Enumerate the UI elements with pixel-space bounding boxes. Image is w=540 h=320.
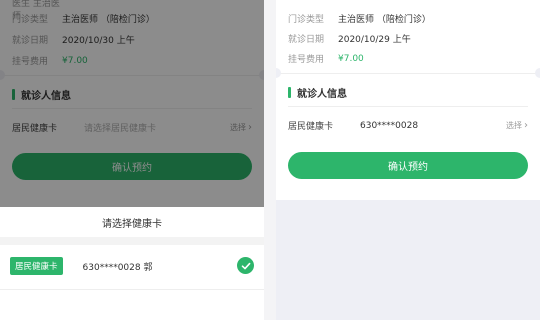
health-card-sheet: 请选择健康卡 居民健康卡 630****0028 郭 — [0, 207, 264, 320]
check-icon — [237, 257, 254, 274]
modal-overlay[interactable] — [0, 0, 264, 207]
sheet-separator — [0, 237, 264, 245]
clinic-type-key: 门诊类型 — [288, 15, 325, 25]
visit-date-value: 2020/10/29 上午 — [338, 35, 411, 45]
ticket-notch-right — [535, 68, 540, 78]
health-card-key: 居民健康卡 — [288, 122, 334, 132]
health-card-value: 630****0028 — [360, 120, 419, 131]
select-label: 选择 — [506, 121, 522, 130]
fee-key: 挂号费用 — [288, 55, 325, 65]
health-card-badge: 居民健康卡 — [10, 257, 63, 275]
health-card-selector[interactable]: 居民健康卡 630****0028 选择 › — [288, 119, 528, 132]
divider — [0, 289, 264, 290]
ticket-notch-left — [276, 68, 281, 78]
clinic-type-row: 门诊类型 主治医师 （陪检门诊） — [288, 12, 431, 25]
patient-section-title: 就诊人信息 — [288, 85, 347, 100]
confirm-appointment-button[interactable]: 确认预约 — [288, 152, 528, 179]
visit-date-key: 就诊日期 — [288, 35, 325, 45]
fee-row: 挂号费用 ¥7.00 — [288, 52, 364, 66]
divider — [288, 106, 528, 107]
right-screen: 门诊类型 主治医师 （陪检门诊） 就诊日期 2020/10/29 上午 挂号费用… — [276, 0, 540, 320]
panel-gap — [264, 0, 276, 320]
health-card-option[interactable]: 居民健康卡 630****0028 郭 — [10, 255, 256, 277]
section-accent-bar — [288, 87, 291, 98]
fee-value: ¥7.00 — [338, 53, 364, 64]
select-link[interactable]: 选择 › — [506, 120, 528, 131]
appointment-card: 门诊类型 主治医师 （陪检门诊） 就诊日期 2020/10/29 上午 挂号费用… — [276, 0, 540, 200]
chevron-right-icon: › — [524, 120, 528, 131]
health-card-number: 630****0028 郭 — [82, 262, 153, 273]
patient-section-title-text: 就诊人信息 — [297, 89, 347, 100]
clinic-type-value: 主治医师 （陪检门诊） — [338, 15, 431, 25]
divider — [276, 73, 540, 74]
sheet-title: 请选择健康卡 — [102, 219, 162, 230]
left-screen: 医生 主治医师 门诊类型 主治医师 （陪检门诊） 就诊日期 2020/10/30… — [0, 0, 264, 320]
visit-date-row: 就诊日期 2020/10/29 上午 — [288, 32, 411, 45]
